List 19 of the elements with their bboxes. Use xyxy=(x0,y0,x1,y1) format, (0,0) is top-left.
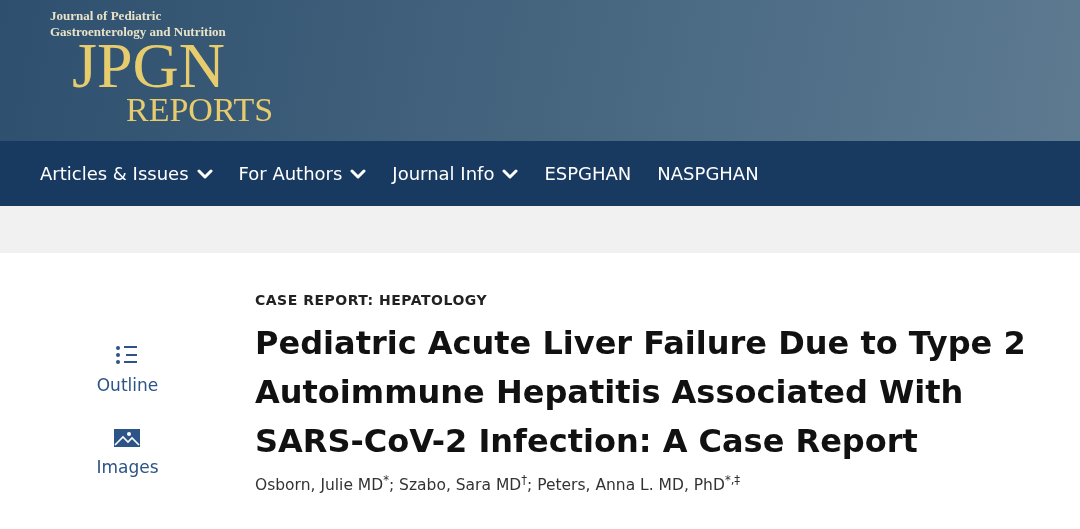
chevron-down-icon xyxy=(350,168,367,179)
nav-menu[interactable]: Articles & Issues xyxy=(40,160,217,187)
logo-text: Gastroenterology and Nutrition xyxy=(50,24,227,40)
article-category: CASE REPORT: HEPATOLOGY xyxy=(255,291,489,310)
chevron-down-icon xyxy=(196,168,213,179)
logo-title: JPGN xyxy=(72,40,225,92)
nav-link[interactable]: ESPGHAN xyxy=(544,160,636,187)
images-button[interactable]: Images xyxy=(96,428,159,480)
nav-link[interactable]: NASPGHAN xyxy=(657,160,763,187)
author-list: Osborn, Julie MD$^{*}$; Szabo, Sara MD$^{†}$; Peters, Anna L. MD, PhD$^{*,‡}$ xyxy=(255,474,1075,498)
nav-menu[interactable]: Journal Info xyxy=(392,160,523,187)
article-title: Pediatric Acute Liver Failure Due to Type 2 Autoimmune Hepatitis Associated With SARS-CoV-2 Infection: A Case Report xyxy=(255,323,1027,462)
logo-text: Journal of Pediatric xyxy=(50,8,163,24)
chevron-down-icon xyxy=(502,168,519,179)
outline-button[interactable]: Outline xyxy=(96,345,159,399)
logo-subtitle: REPORTS xyxy=(126,92,275,128)
list-icon xyxy=(115,345,140,365)
image-icon xyxy=(114,428,141,447)
nav-menu[interactable]: For Authors xyxy=(238,160,371,187)
